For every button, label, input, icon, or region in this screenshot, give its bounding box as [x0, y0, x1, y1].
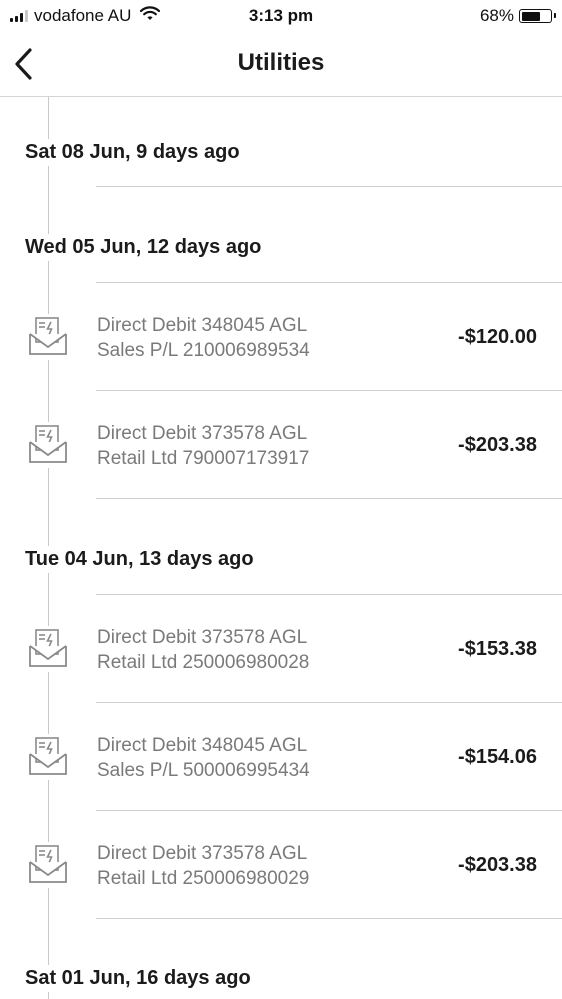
transaction-line-2: Sales P/L 210006989534 — [97, 340, 310, 361]
bill-envelope-icon — [26, 422, 70, 468]
bill-envelope-icon — [26, 842, 70, 888]
transaction-line-1: Direct Debit 373578 AGL — [97, 423, 308, 444]
divider — [96, 282, 562, 283]
transaction-description: Direct Debit 348045 AGL Sales P/L 210006… — [97, 313, 310, 363]
nav-bar: Utilities — [0, 34, 562, 97]
transaction-row[interactable]: Direct Debit 373578 AGL Retail Ltd 25000… — [0, 596, 562, 703]
divider — [96, 186, 562, 187]
transaction-line-2: Retail Ltd 790007173917 — [97, 448, 310, 469]
status-bar: vodafone AU 3:13 pm 68% — [0, 0, 562, 34]
bill-envelope-icon — [26, 314, 70, 360]
transaction-row[interactable]: Direct Debit 373578 AGL Retail Ltd 79000… — [0, 392, 562, 499]
divider — [96, 810, 562, 811]
date-header: Tue 04 Jun, 13 days ago — [25, 546, 254, 573]
page-title: Utilities — [237, 49, 325, 76]
transaction-line-2: Retail Ltd 250006980028 — [97, 652, 310, 673]
divider — [96, 390, 562, 391]
transaction-amount: -$120.00 — [458, 326, 537, 348]
date-header: Wed 05 Jun, 12 days ago — [25, 234, 262, 261]
transaction-line-1: Direct Debit 348045 AGL — [97, 735, 308, 756]
transaction-line-1: Direct Debit 373578 AGL — [97, 843, 308, 864]
bill-envelope-icon — [26, 626, 70, 672]
transaction-description: Direct Debit 373578 AGL Retail Ltd 79000… — [97, 421, 309, 471]
status-time: 3:13 pm — [248, 6, 314, 25]
transaction-amount: -$203.38 — [458, 854, 537, 876]
bill-envelope-icon — [26, 734, 70, 780]
transaction-description: Direct Debit 348045 AGL Sales P/L 500006… — [97, 733, 310, 783]
transaction-row[interactable]: Direct Debit 373578 AGL Retail Ltd 25000… — [0, 812, 562, 919]
divider — [96, 702, 562, 703]
transaction-amount: -$203.38 — [458, 434, 537, 456]
transaction-amount: -$154.06 — [458, 746, 537, 768]
transaction-row[interactable]: Direct Debit 348045 AGL Sales P/L 210006… — [0, 284, 562, 391]
battery-icon — [519, 9, 556, 23]
transaction-description: Direct Debit 373578 AGL Retail Ltd 25000… — [97, 625, 309, 675]
battery-percent: 68% — [479, 6, 514, 25]
transaction-line-2: Sales P/L 500006995434 — [97, 760, 310, 781]
transaction-line-1: Direct Debit 348045 AGL — [97, 315, 308, 336]
status-right: 68% — [479, 6, 556, 26]
transaction-description: Direct Debit 373578 AGL Retail Ltd 25000… — [97, 841, 309, 891]
divider — [96, 594, 562, 595]
divider — [96, 918, 562, 919]
date-header: Sat 01 Jun, 16 days ago — [25, 965, 251, 992]
transaction-line-1: Direct Debit 373578 AGL — [97, 627, 308, 648]
transaction-amount: -$153.38 — [458, 638, 537, 660]
divider — [96, 498, 562, 499]
transaction-line-2: Retail Ltd 250006980029 — [97, 868, 310, 889]
transaction-row[interactable]: Direct Debit 348045 AGL Sales P/L 500006… — [0, 704, 562, 811]
date-header: Sat 08 Jun, 9 days ago — [25, 139, 240, 166]
